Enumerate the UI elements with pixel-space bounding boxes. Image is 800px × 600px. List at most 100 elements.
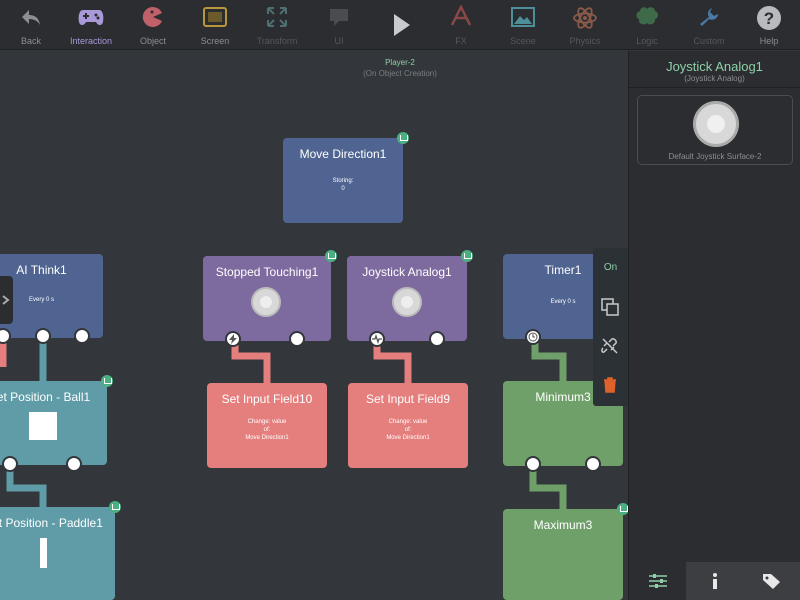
output-port[interactable] [2, 456, 18, 472]
info-icon [712, 573, 717, 589]
pacman-icon [142, 6, 162, 27]
store-badge-icon [109, 501, 121, 513]
ball-preview [29, 412, 57, 440]
output-port[interactable] [289, 331, 305, 347]
clock-port-icon[interactable] [525, 329, 541, 345]
wrench-icon [700, 8, 718, 26]
node-set-input-field10[interactable]: Set Input Field10 Change: value of: Move… [207, 383, 327, 468]
scene-button[interactable]: Scene [492, 0, 554, 50]
trash-icon[interactable] [601, 376, 619, 394]
back-arrow-icon [22, 10, 40, 25]
physics-button[interactable]: Physics [554, 0, 616, 50]
node-detail-target: Move Direction1 [386, 435, 430, 441]
store-badge-icon [461, 250, 473, 262]
node-detail: of: [263, 427, 271, 433]
node-detail-target: Move Direction1 [245, 435, 289, 441]
signal-port-icon[interactable] [369, 331, 385, 347]
panel-divider [629, 87, 800, 88]
chevron-right-icon [2, 295, 10, 305]
output-port[interactable] [525, 456, 541, 472]
joystick-icon [392, 287, 422, 317]
logic-button[interactable]: Logic [616, 0, 678, 50]
node-move-direction[interactable]: Move Direction1 Storing: 0 [283, 132, 409, 223]
node-title: Set Input Field9 [365, 392, 451, 406]
expand-tab[interactable] [0, 276, 13, 324]
output-port[interactable] [35, 328, 51, 344]
node-detail: Change: value [247, 419, 287, 425]
logic-label: Logic [636, 36, 658, 46]
panel-subtitle: (Joystick Analog) [684, 74, 745, 83]
ui-label: UI [334, 36, 344, 46]
interaction-button[interactable]: Interaction [60, 0, 122, 50]
lightning-port-icon[interactable] [225, 331, 241, 347]
node-stopped-touching[interactable]: Stopped Touching1 [203, 250, 337, 347]
transform-button[interactable]: Transform [246, 0, 308, 50]
output-port[interactable] [74, 328, 90, 344]
fx-button[interactable]: FX [430, 0, 492, 50]
node-joystick-analog[interactable]: Joystick Analog1 [347, 250, 473, 347]
node-context-menu: On [593, 248, 628, 406]
node-ai-think[interactable]: AI Think1 Every 0 s [0, 254, 103, 344]
properties-panel: Joystick Analog1 (Joystick Analog) Defau… [628, 51, 800, 600]
play-icon [394, 14, 410, 36]
svg-text:?: ? [764, 9, 774, 28]
joystick-surface-card[interactable]: Default Joystick Surface-2 [637, 95, 793, 165]
surface-label: Default Joystick Surface-2 [668, 152, 762, 161]
tags-tab[interactable] [743, 562, 800, 600]
settings-tab[interactable] [629, 562, 686, 600]
paddle-preview [40, 538, 47, 568]
screen-icon [203, 7, 227, 27]
node-title: et Position - Ball1 [0, 390, 91, 404]
node-detail: Every 0 s [28, 297, 54, 303]
node-detail-value: 0 [341, 186, 345, 192]
output-port[interactable] [429, 331, 445, 347]
output-port[interactable] [66, 456, 82, 472]
store-badge-icon [101, 375, 113, 387]
unlink-icon[interactable] [601, 337, 619, 355]
node-title: Joystick Analog1 [362, 265, 452, 279]
node-set-position-paddle[interactable]: et Position - Paddle1 [0, 501, 121, 600]
transform-label: Transform [256, 36, 298, 46]
node-detail: Change: value [388, 419, 428, 425]
node-title: et Position - Paddle1 [0, 516, 103, 530]
panel-title: Joystick Analog1 [666, 59, 763, 74]
node-title: Stopped Touching1 [215, 265, 319, 279]
node-title: AI Think1 [16, 263, 67, 277]
help-label: Help [759, 36, 779, 46]
object-button[interactable]: Object [122, 0, 184, 50]
output-port[interactable] [585, 456, 601, 472]
help-button[interactable]: ? Help [738, 0, 800, 50]
brain-icon [636, 7, 658, 25]
store-badge-icon [325, 250, 337, 262]
node-title: Set Input Field10 [221, 392, 313, 406]
copy-icon[interactable] [601, 298, 619, 316]
store-badge-icon [617, 503, 628, 515]
play-button[interactable] [370, 0, 432, 50]
fx-icon [450, 5, 472, 26]
screen-button[interactable]: Screen [184, 0, 246, 50]
custom-label: Custom [693, 36, 725, 46]
joystick-icon [693, 101, 739, 147]
node-maximum[interactable]: Maximum3 [503, 503, 628, 600]
toggle-on-button[interactable]: On [593, 262, 628, 273]
scene-icon [511, 7, 535, 27]
behavior-canvas[interactable]: Player-2 (On Object Creation) Move Direc… [0, 51, 628, 600]
help-icon: ? [757, 6, 781, 30]
custom-button[interactable]: Custom [678, 0, 740, 50]
back-button[interactable]: Back [0, 0, 62, 50]
node-title: Move Direction1 [299, 147, 387, 161]
physics-label: Physics [569, 36, 601, 46]
ui-button[interactable]: UI [308, 0, 370, 50]
node-set-input-field9[interactable]: Set Input Field9 Change: value of: Move … [348, 383, 468, 468]
node-set-position-ball[interactable]: et Position - Ball1 [0, 375, 113, 472]
atom-icon [573, 7, 597, 29]
interaction-label: Interaction [69, 36, 113, 46]
top-toolbar: Back Interaction Object Screen Transform… [0, 0, 800, 50]
node-title: Maximum3 [533, 518, 593, 532]
screen-label: Screen [200, 36, 230, 46]
sliders-icon [648, 574, 667, 588]
node-detail: of: [404, 427, 412, 433]
info-tab[interactable] [686, 562, 743, 600]
fx-label: FX [455, 36, 467, 46]
back-label: Back [20, 36, 41, 46]
